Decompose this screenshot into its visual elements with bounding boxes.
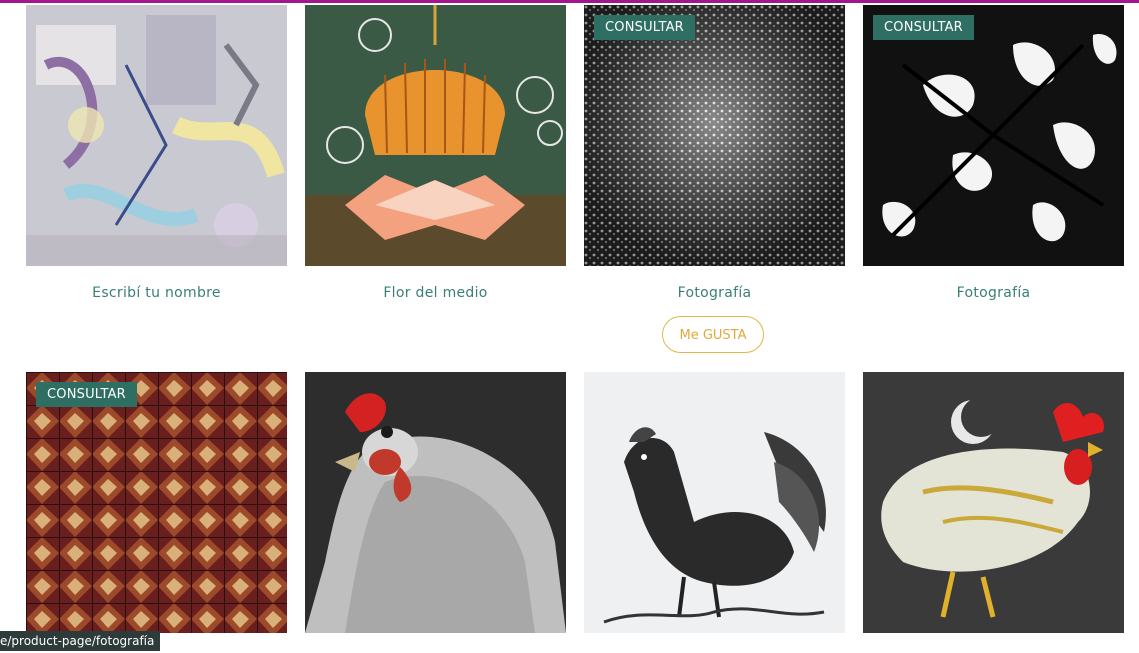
product-image-flower-field-photo[interactable] <box>584 5 845 266</box>
product-image-textile-pattern[interactable] <box>26 372 287 633</box>
status-bar-url: e/product-page/fotografía <box>0 631 161 651</box>
product-image-tree-canopy-photo[interactable] <box>863 5 1124 266</box>
product-image-rooster-moon[interactable] <box>863 372 1124 633</box>
product-image-abstract-painting[interactable] <box>26 5 287 266</box>
product-image-flower-painting[interactable] <box>305 5 566 266</box>
product-title[interactable]: Flor del medio <box>305 285 566 301</box>
product-title[interactable]: Fotografía <box>863 285 1124 301</box>
product-image-hen-painting[interactable] <box>305 372 566 633</box>
ribbon-consultar: CONSULTAR <box>36 382 137 407</box>
product-title[interactable]: Fotografía <box>584 285 845 301</box>
product-image-rooster-ink[interactable] <box>584 372 845 633</box>
product-title[interactable]: Escribí tu nombre <box>26 285 287 301</box>
ribbon-consultar: CONSULTAR <box>873 15 974 40</box>
ribbon-consultar: CONSULTAR <box>594 15 695 40</box>
like-button[interactable]: Me GUSTA <box>662 316 764 353</box>
top-accent-bar <box>0 0 1139 3</box>
